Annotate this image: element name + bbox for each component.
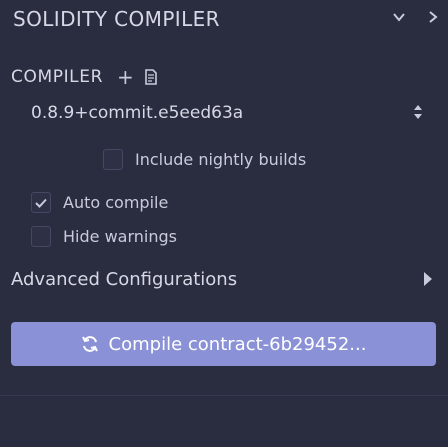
add-compiler-icon[interactable]: + [117, 67, 134, 87]
chevron-down-icon[interactable] [390, 7, 408, 27]
chevron-right-icon [423, 271, 433, 291]
advanced-configurations-toggle[interactable]: Advanced Configurations [11, 266, 435, 292]
divider [0, 395, 448, 396]
auto-compile-row[interactable]: Auto compile [31, 192, 168, 213]
hide-warnings-checkbox[interactable] [31, 226, 51, 247]
compile-button-label: Compile contract-6b29452... [108, 333, 367, 355]
hide-warnings-label: Hide warnings [63, 227, 177, 246]
include-nightly-label: Include nightly builds [135, 150, 307, 169]
sync-icon [81, 335, 99, 353]
panel-title: SOLIDITY COMPILER [13, 7, 220, 31]
sort-icon [413, 104, 423, 124]
file-icon[interactable] [144, 69, 158, 85]
auto-compile-checkbox[interactable] [31, 192, 51, 213]
compile-button[interactable]: Compile contract-6b29452... [11, 322, 436, 366]
panel-header: SOLIDITY COMPILER [0, 0, 448, 36]
compiler-version-value: 0.8.9+commit.e5eed63a [31, 103, 244, 123]
chevron-right-icon[interactable] [424, 7, 442, 27]
hide-warnings-row[interactable]: Hide warnings [31, 226, 177, 247]
auto-compile-label: Auto compile [63, 193, 169, 212]
include-nightly-checkbox[interactable] [103, 149, 123, 170]
compiler-row: COMPILER + [11, 66, 158, 88]
advanced-configurations-label: Advanced Configurations [11, 268, 238, 290]
compiler-version-select[interactable]: 0.8.9+commit.e5eed63a [31, 97, 429, 129]
include-nightly-row[interactable]: Include nightly builds [103, 149, 306, 170]
compiler-label: COMPILER [11, 67, 104, 87]
